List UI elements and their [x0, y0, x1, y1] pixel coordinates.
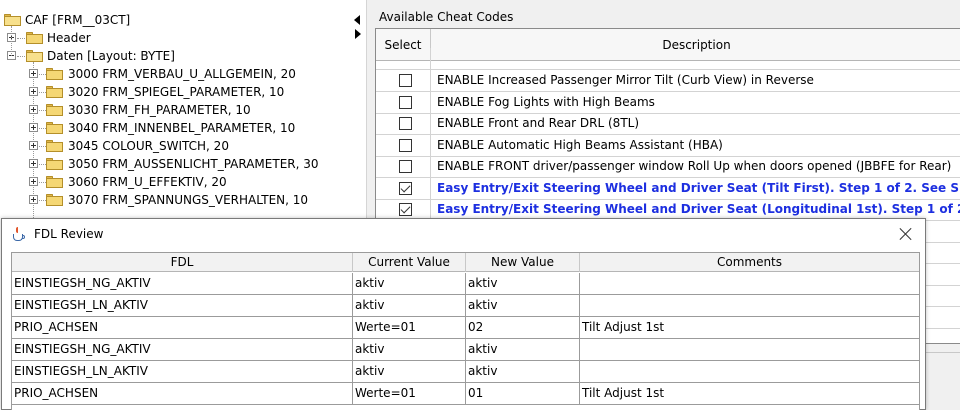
java-cup-icon — [11, 227, 27, 243]
cell-new-value: 02 — [466, 317, 580, 338]
row-description: ENABLE Fog Lights with High Beams — [437, 95, 655, 109]
cell-comments: Tilt Adjust 1st — [582, 386, 665, 400]
select-checkbox[interactable] — [399, 139, 412, 152]
select-checkbox[interactable] — [399, 74, 412, 87]
expand-plus-icon[interactable] — [29, 195, 38, 204]
table-row[interactable]: EINSTIEGSH_LN_AKTIV aktiv aktiv — [12, 295, 919, 317]
expand-plus-icon[interactable] — [29, 105, 38, 114]
cell-current-value: aktiv — [353, 295, 466, 316]
open-folder-icon — [4, 14, 21, 26]
cell-comments — [580, 273, 919, 294]
table-header: FDL Current Value New Value Comments — [12, 253, 919, 272]
table-row[interactable]: EINSTIEGSH_LN_AKTIV aktiv aktiv — [12, 361, 919, 383]
cell-comments — [580, 339, 919, 360]
tree-node-label: Daten [Layout: BYTE] — [47, 49, 175, 63]
fdl-review-table[interactable]: FDL Current Value New Value Comments EIN… — [11, 252, 920, 410]
select-checkbox[interactable] — [399, 96, 412, 109]
folder-icon — [46, 194, 63, 206]
panel-title: Available Cheat Codes — [379, 10, 514, 24]
table-row[interactable]: EINSTIEGSH_NG_AKTIV aktiv aktiv — [12, 339, 919, 361]
row-description: Easy Entry/Exit Steering Wheel and Drive… — [437, 181, 960, 195]
cell-fdl: EINSTIEGSH_NG_AKTIV — [12, 339, 353, 360]
tree-item-label: 3050 FRM_AUSSENLICHT_PARAMETER, 30 — [68, 157, 319, 171]
tree-item-label: 3020 FRM_SPIEGEL_PARAMETER, 10 — [68, 85, 285, 99]
table-row[interactable]: PRIO_ACHSEN Werte=01 02 Tilt Adjust 1st — [12, 317, 919, 339]
tree-item-label: 3070 FRM_SPANNUNGS_VERHALTEN, 10 — [68, 193, 309, 207]
row-description: ENABLE Increased Passenger Mirror Tilt (… — [437, 73, 814, 87]
close-icon[interactable] — [897, 225, 915, 243]
row-description: ENABLE FRONT driver/passenger window Rol… — [437, 159, 952, 173]
cell-new-value: 01 — [466, 383, 580, 404]
table-row[interactable] — [376, 48, 960, 70]
table-row[interactable]: EINSTIEGSH_NG_AKTIV aktiv aktiv — [12, 273, 919, 295]
cell-new-value: aktiv — [466, 339, 580, 360]
select-checkbox-checked[interactable] — [399, 182, 412, 195]
folder-icon — [46, 104, 63, 116]
table-row[interactable]: ENABLE Front and Rear DRL (8TL) — [376, 113, 960, 135]
cell-new-value: aktiv — [466, 295, 580, 316]
expand-plus-icon[interactable] — [29, 87, 38, 96]
tree-item-label: 3030 FRM_FH_PARAMETER, 10 — [68, 103, 251, 117]
cell-current-value: aktiv — [353, 273, 466, 294]
tree-item-label: 3000 FRM_VERBAU_U_ALLGEMEIN, 20 — [68, 67, 296, 81]
folder-icon — [46, 86, 63, 98]
table-row[interactable]: Easy Entry/Exit Steering Wheel and Drive… — [376, 178, 960, 200]
cell-current-value: Werte=01 — [353, 317, 466, 338]
tree-node-label: CAF [FRM__03CT] — [25, 13, 131, 27]
table-row[interactable]: ENABLE Increased Passenger Mirror Tilt (… — [376, 70, 960, 92]
select-checkbox-checked[interactable] — [399, 203, 412, 216]
tree-item-label: 3060 FRM_U_EFFEKTIV, 20 — [68, 175, 227, 189]
table-row[interactable]: ENABLE Fog Lights with High Beams — [376, 92, 960, 114]
dialog-titlebar[interactable]: FDL Review — [2, 219, 925, 250]
table-row[interactable]: ENABLE FRONT driver/passenger window Rol… — [376, 156, 960, 178]
expand-right-arrow-icon[interactable] — [355, 29, 361, 39]
column-header-current-value[interactable]: Current Value — [353, 253, 466, 272]
tree-item-label: 3045 COLOUR_SWITCH, 20 — [68, 139, 229, 153]
cell-current-value: aktiv — [353, 339, 466, 360]
cell-fdl: EINSTIEGSH_LN_AKTIV — [12, 361, 353, 382]
row-description: ENABLE Automatic High Beams Assistant (H… — [437, 138, 723, 152]
row-description: ENABLE Front and Rear DRL (8TL) — [437, 116, 640, 130]
expand-plus-icon[interactable] — [29, 159, 38, 168]
expand-plus-icon[interactable] — [29, 69, 38, 78]
cell-fdl: EINSTIEGSH_NG_AKTIV — [12, 273, 353, 294]
column-header-fdl[interactable]: FDL — [12, 253, 353, 272]
expand-plus-icon[interactable] — [29, 141, 38, 150]
cell-fdl: PRIO_ACHSEN — [12, 383, 353, 404]
cell-current-value: aktiv — [353, 361, 466, 382]
folder-icon — [46, 158, 63, 170]
cell-new-value: aktiv — [466, 273, 580, 294]
select-checkbox[interactable] — [399, 160, 412, 173]
cell-fdl: EINSTIEGSH_LN_AKTIV — [12, 295, 353, 316]
cell-current-value: Werte=01 — [353, 383, 466, 404]
cell-fdl: PRIO_ACHSEN — [12, 317, 353, 338]
row-description: Easy Entry/Exit Steering Wheel and Drive… — [437, 202, 960, 216]
folder-icon — [26, 32, 43, 44]
folder-icon — [46, 176, 63, 188]
open-folder-icon — [26, 50, 43, 62]
cell-comments — [580, 361, 919, 382]
folder-icon — [46, 140, 63, 152]
column-header-comments[interactable]: Comments — [580, 253, 919, 272]
fdl-review-dialog: FDL Review FDL Current Value New Value C… — [1, 218, 926, 410]
select-checkbox[interactable] — [399, 117, 412, 130]
cell-new-value: aktiv — [466, 361, 580, 382]
cell-comments — [580, 295, 919, 316]
column-header-new-value[interactable]: New Value — [466, 253, 580, 272]
folder-icon — [46, 122, 63, 134]
tree-node-label: Header — [47, 31, 91, 45]
dialog-title: FDL Review — [34, 227, 104, 241]
collapse-left-arrow-icon[interactable] — [354, 15, 360, 25]
table-row[interactable]: ENABLE Automatic High Beams Assistant (H… — [376, 135, 960, 157]
table-row[interactable]: PRIO_ACHSEN Werte=01 01 Tilt Adjust 1st — [12, 383, 919, 405]
expand-plus-icon[interactable] — [29, 123, 38, 132]
tree-item-label: 3040 FRM_INNENBEL_PARAMETER, 10 — [68, 121, 296, 135]
folder-icon — [46, 68, 63, 80]
expand-plus-icon[interactable] — [29, 177, 38, 186]
cell-comments: Tilt Adjust 1st — [582, 320, 665, 334]
